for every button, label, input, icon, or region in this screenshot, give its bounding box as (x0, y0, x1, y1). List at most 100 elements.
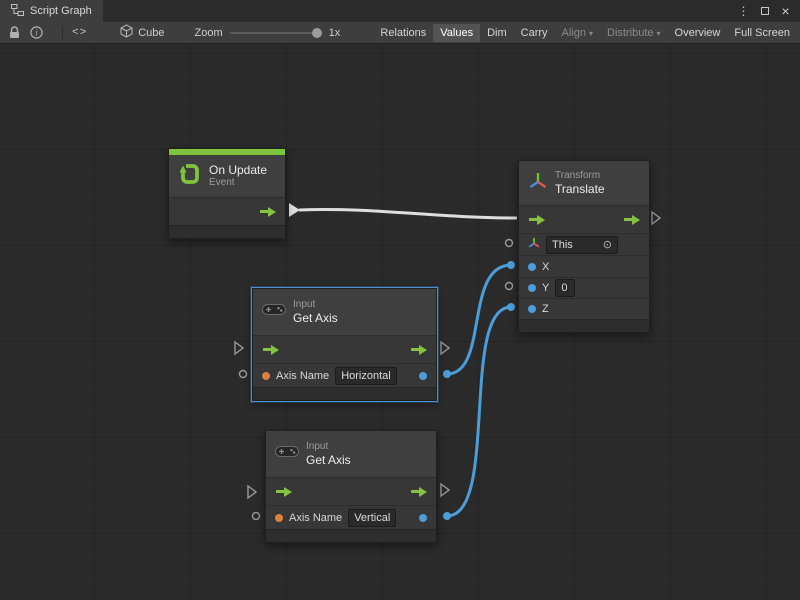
z-label: Z (542, 303, 549, 315)
axis-name-row: Axis Name Vertical (266, 505, 436, 529)
graph-target[interactable]: Cube (120, 24, 164, 41)
relations-label: Relations (380, 27, 426, 39)
node-get-axis-vertical[interactable]: Input Get Axis Axis Name Vertical (265, 430, 437, 543)
tab-script-graph[interactable]: Script Graph (0, 0, 103, 22)
axis-name-value: Vertical (354, 511, 390, 525)
flow-input-port[interactable] (528, 214, 545, 226)
flow-wire-arrowhead-icon[interactable] (289, 203, 300, 217)
this-row: This ⊙ (519, 233, 649, 255)
node-title: Get Axis (306, 453, 351, 467)
node-header: On Update Event (169, 155, 285, 197)
this-object-field[interactable]: This ⊙ (546, 236, 618, 254)
code-icon: <> (72, 27, 87, 39)
window-menu-button[interactable]: ⋮ (735, 2, 752, 20)
port-translate-y-input[interactable] (506, 283, 513, 290)
overview-label: Overview (675, 27, 721, 39)
port-getaxis1-flow-in[interactable] (235, 342, 243, 354)
axis-name-port[interactable] (262, 372, 270, 380)
on-update-event-icon (178, 162, 202, 191)
toolbar-separator (62, 26, 63, 40)
relations-button[interactable]: Relations (373, 24, 433, 42)
port-getaxis2-flow-in[interactable] (248, 486, 256, 498)
node-footer (519, 319, 649, 332)
y-input-row: Y 0 (519, 277, 649, 298)
chevron-down-icon: ▾ (589, 29, 593, 38)
carry-button[interactable]: Carry (514, 24, 555, 42)
graph-toolbar: i <> Cube Zoom 1x Relations Values Dim C… (0, 22, 800, 44)
port-axisname-horizontal-input[interactable] (240, 371, 247, 378)
value-output-port[interactable] (419, 514, 427, 522)
transform-axes-icon (528, 171, 548, 196)
node-subtitle: Event (209, 177, 267, 189)
zoom-slider[interactable] (230, 27, 322, 39)
value-output-port[interactable] (419, 372, 427, 380)
tab-title: Script Graph (30, 5, 92, 17)
maximize-button[interactable] (756, 2, 773, 20)
node-header: Transform Translate (519, 161, 649, 205)
script-graph-icon (11, 4, 24, 19)
wire-endpoint[interactable] (507, 303, 515, 311)
x-value-port[interactable] (528, 263, 536, 271)
wire-on-update-to-translate[interactable] (299, 209, 517, 218)
node-get-axis-horizontal[interactable]: Input Get Axis Axis Name Horizontal (252, 288, 437, 401)
node-on-update[interactable]: On Update Event (168, 148, 286, 239)
values-button[interactable]: Values (433, 24, 480, 42)
port-getaxis1-flow-out[interactable] (441, 342, 449, 354)
gamepad-icon (275, 445, 299, 463)
axis-name-field[interactable]: Vertical (348, 509, 396, 527)
cube-icon (120, 24, 133, 41)
distribute-dropdown-button[interactable]: Distribute▾ (600, 24, 667, 42)
align-label: Align (562, 27, 586, 39)
code-view-button[interactable]: <> (67, 22, 92, 44)
values-label: Values (440, 27, 473, 39)
flow-input-port[interactable] (275, 486, 292, 498)
node-footer (266, 529, 436, 542)
node-header: Input Get Axis (266, 431, 436, 477)
close-button[interactable]: × (777, 2, 794, 20)
dim-button[interactable]: Dim (480, 24, 514, 42)
axis-name-port[interactable] (275, 514, 283, 522)
wire-vertical-to-z[interactable] (447, 307, 511, 516)
flow-output-port[interactable] (410, 344, 427, 356)
carry-label: Carry (521, 27, 548, 39)
axis-name-row: Axis Name Horizontal (253, 363, 436, 387)
axis-name-field[interactable]: Horizontal (335, 367, 397, 385)
axis-name-value: Horizontal (341, 369, 391, 383)
port-getaxis2-flow-out[interactable] (441, 484, 449, 496)
y-value-port[interactable] (528, 284, 536, 292)
flow-output-port[interactable] (410, 486, 427, 498)
port-translate-this-input[interactable] (506, 240, 513, 247)
flow-input-port[interactable] (262, 344, 279, 356)
flow-output-port[interactable] (623, 214, 640, 226)
axis-name-label: Axis Name (276, 370, 329, 382)
z-input-row: Z (519, 298, 649, 319)
tab-bar: Script Graph ⋮ × (0, 0, 800, 22)
flow-row (169, 197, 285, 225)
wire-endpoint[interactable] (443, 512, 451, 520)
align-dropdown-button[interactable]: Align▾ (555, 24, 600, 42)
mini-axes-icon (528, 236, 540, 254)
node-category: Transform (555, 170, 605, 182)
node-title: Translate (555, 182, 605, 196)
port-axisname-vertical-input[interactable] (253, 513, 260, 520)
wire-endpoint[interactable] (443, 370, 451, 378)
this-field-value: This (552, 238, 573, 252)
z-value-port[interactable] (528, 305, 536, 313)
maximize-icon (761, 7, 769, 15)
node-title: On Update (209, 163, 267, 177)
info-icon[interactable]: i (25, 22, 48, 44)
node-translate[interactable]: Transform Translate This ⊙ X (518, 160, 650, 333)
port-translate-flow-out[interactable] (652, 212, 660, 224)
wire-endpoint[interactable] (507, 261, 515, 269)
zoom-slider-handle[interactable] (312, 28, 322, 38)
overview-button[interactable]: Overview (668, 24, 728, 42)
zoom-slider-track[interactable] (230, 32, 322, 34)
y-value-field[interactable]: 0 (555, 279, 575, 297)
lock-icon[interactable] (4, 22, 25, 44)
flow-output-port[interactable] (259, 206, 276, 218)
fullscreen-button[interactable]: Full Screen (727, 24, 797, 42)
wire-horizontal-to-x[interactable] (447, 265, 511, 374)
zoom-control: Zoom 1x (195, 27, 341, 39)
distribute-label: Distribute (607, 27, 653, 39)
graph-canvas[interactable]: On Update Event Transform Translate (0, 44, 800, 600)
